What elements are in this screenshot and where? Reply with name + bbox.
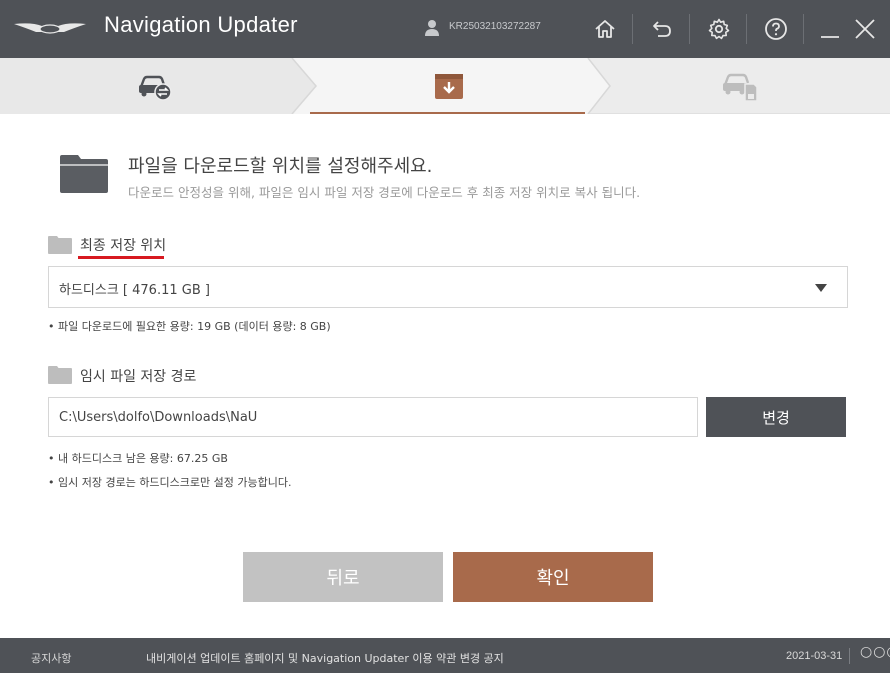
page-title: 파일을 다운로드할 위치를 설정해주세요. — [128, 156, 433, 177]
final-location-label: 최종 저장 위치 — [80, 238, 167, 254]
more-button[interactable]: ○○○ — [860, 644, 890, 660]
change-path-button[interactable]: 변경 — [706, 397, 846, 437]
titlebar-divider — [803, 14, 804, 44]
gear-icon — [708, 18, 730, 40]
footer-divider — [849, 648, 850, 664]
back-nav-button[interactable] — [645, 12, 679, 46]
car-sync-icon — [139, 75, 172, 101]
step-1 — [0, 58, 310, 114]
download-box-icon — [435, 74, 463, 99]
title-bar: Navigation Updater KR25032103272287 — [0, 0, 890, 58]
temp-path-note: • 임시 저장 경로는 하드디스크로만 설정 가능합니다. — [48, 476, 292, 489]
notice-date: 2021-03-31 — [786, 650, 843, 662]
page-subtitle: 다운로드 안정성을 위해, 파일은 임시 파일 저장 경로에 다운로드 후 최종… — [128, 185, 641, 200]
final-location-value: 하드디스크 [ 476.11 GB ] — [59, 283, 210, 298]
settings-button[interactable] — [702, 12, 736, 46]
close-icon — [855, 19, 875, 39]
notice-label[interactable]: 공지사항 — [31, 650, 71, 666]
step-2 — [310, 58, 588, 114]
close-button[interactable] — [848, 12, 882, 46]
app-title: Navigation Updater — [104, 12, 298, 37]
temp-path-input[interactable] — [48, 397, 698, 437]
confirm-button[interactable]: 확인 — [453, 552, 653, 602]
folder-icon — [60, 155, 108, 193]
temp-path-label: 임시 파일 저장 경로 — [80, 369, 197, 385]
titlebar-divider — [746, 14, 747, 44]
car-sdcard-icon — [723, 73, 758, 102]
step-indicator — [0, 58, 890, 114]
label-underline — [78, 256, 164, 259]
step-3 — [590, 58, 890, 114]
user-icon — [425, 20, 439, 36]
help-button[interactable] — [759, 12, 793, 46]
folder-icon — [48, 236, 72, 254]
user-id: KR25032103272287 — [449, 21, 541, 32]
folder-icon — [48, 366, 72, 384]
active-step-underline — [310, 112, 585, 114]
titlebar-divider — [632, 14, 633, 44]
titlebar-divider — [689, 14, 690, 44]
back-icon — [653, 21, 671, 37]
help-icon — [765, 18, 787, 40]
home-icon — [595, 20, 615, 38]
free-space-note: • 내 하드디스크 남은 용량: 67.25 GB — [48, 452, 228, 465]
back-button[interactable]: 뒤로 — [243, 552, 443, 602]
footer-bar: 공지사항 내비게이션 업데이트 홈페이지 및 Navigation Update… — [0, 638, 890, 673]
logo-icon — [14, 23, 86, 34]
home-button[interactable] — [588, 12, 622, 46]
required-space-note: • 파일 다운로드에 필요한 용량: 19 GB (데이터 용량: 8 GB) — [48, 320, 331, 333]
minimize-button[interactable] — [813, 12, 847, 46]
final-location-select[interactable]: 하드디스크 [ 476.11 GB ] — [48, 266, 848, 308]
minimize-icon — [821, 36, 839, 38]
dropdown-arrow-icon — [815, 284, 827, 292]
notice-text[interactable]: 내비게이션 업데이트 홈페이지 및 Navigation Updater 이용 … — [146, 650, 504, 666]
